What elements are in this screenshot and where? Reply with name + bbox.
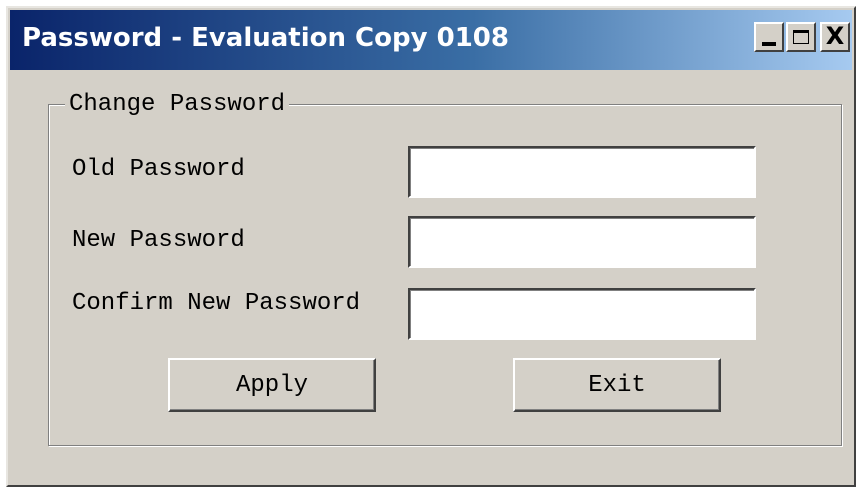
group-legend: Change Password — [65, 91, 290, 118]
minimize-icon — [762, 42, 776, 46]
new-password-field[interactable] — [408, 216, 756, 268]
minimize-button[interactable] — [754, 22, 784, 52]
title-bar[interactable]: Password - Evaluation Copy 0108 X — [10, 10, 852, 70]
old-password-field[interactable] — [408, 146, 756, 198]
new-password-label: New Password — [72, 227, 245, 254]
maximize-icon — [793, 30, 809, 44]
exit-button[interactable]: Exit — [513, 358, 721, 412]
maximize-button[interactable] — [786, 22, 816, 52]
old-password-label: Old Password — [72, 156, 245, 183]
confirm-password-field[interactable] — [408, 288, 756, 340]
apply-button[interactable]: Apply — [168, 358, 376, 412]
password-dialog: Password - Evaluation Copy 0108 X Change… — [6, 6, 856, 487]
close-icon: X — [825, 22, 845, 50]
confirm-password-label: Confirm New Password — [72, 290, 361, 317]
close-button[interactable]: X — [820, 22, 850, 52]
window-title: Password - Evaluation Copy 0108 — [22, 23, 509, 53]
